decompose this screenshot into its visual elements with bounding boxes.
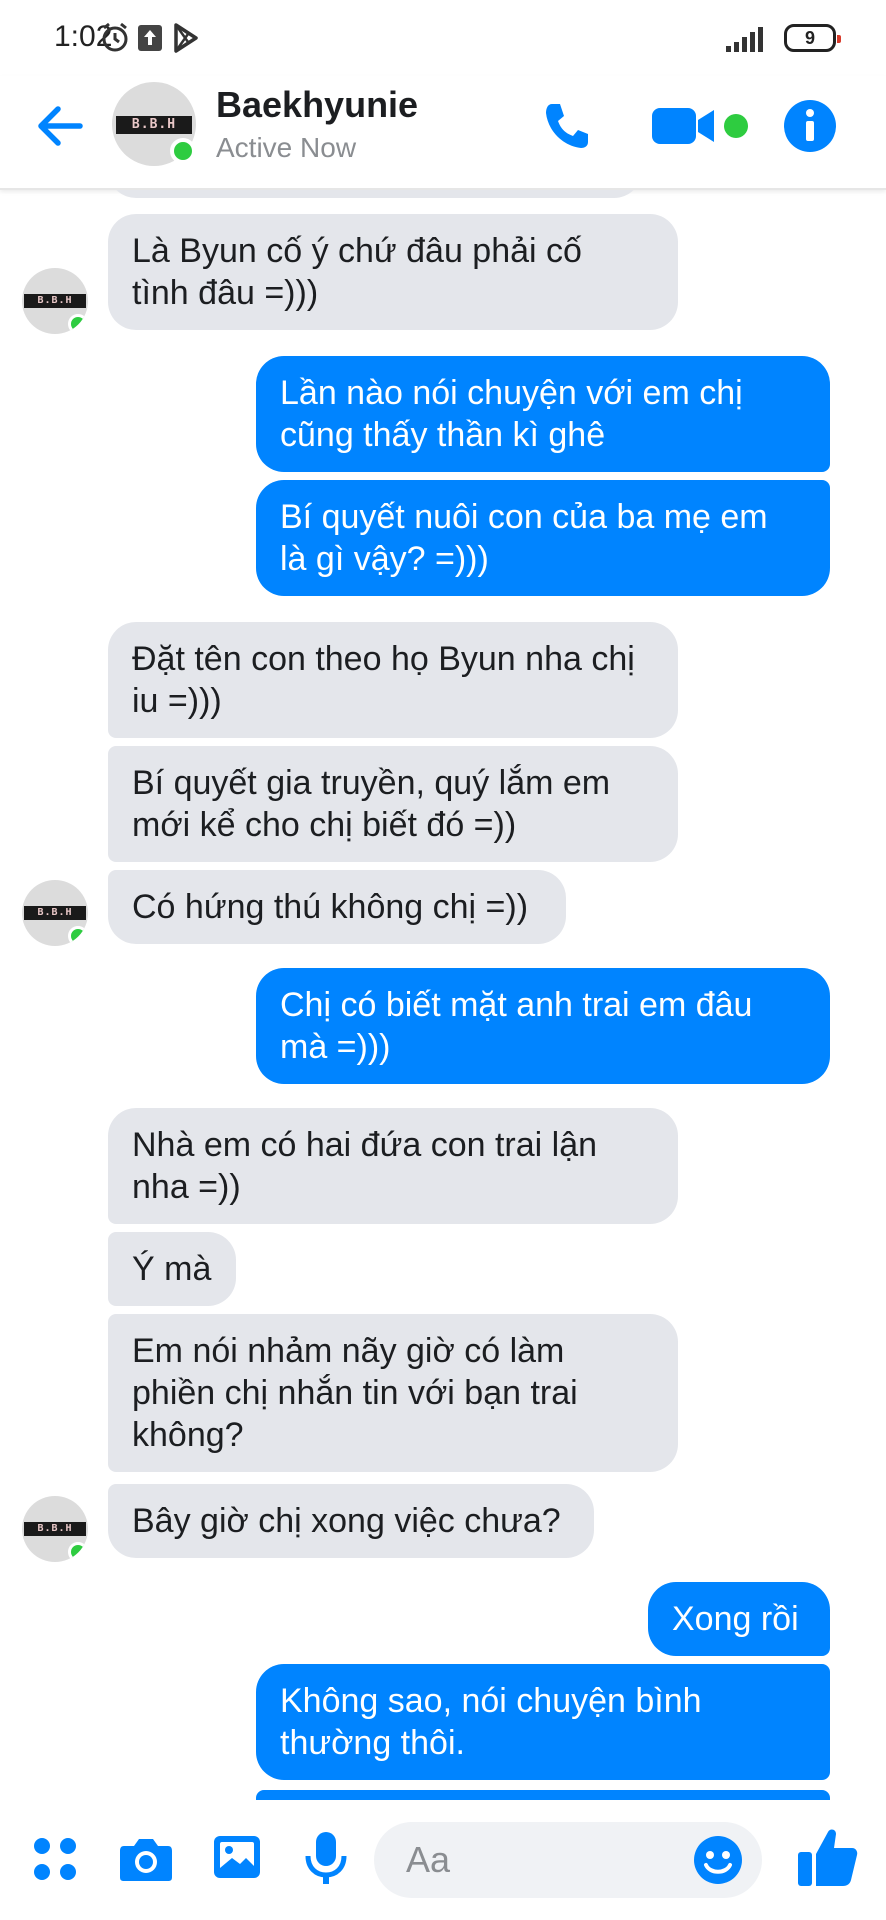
- online-indicator: [170, 138, 196, 164]
- message-bubble-outgoing[interactable]: Chị có biết mặt anh trai em đâu mà =))): [256, 968, 830, 1084]
- thumbs-up-icon[interactable]: [796, 1824, 860, 1890]
- status-bar: 1:02 9: [0, 0, 886, 76]
- message-bubble-incoming[interactable]: Bây giờ chị xong việc chưa?: [108, 1484, 594, 1558]
- message-bubble-incoming[interactable]: Em nói nhảm nãy giờ có làm phiền chị nhắ…: [108, 1314, 678, 1472]
- message-bubble-outgoing[interactable]: Xong rồi: [648, 1582, 830, 1656]
- gallery-icon[interactable]: [212, 1832, 262, 1882]
- contact-avatar-small[interactable]: B.B.H: [22, 268, 88, 334]
- video-camera-icon[interactable]: [650, 98, 754, 154]
- message-input-container[interactable]: [374, 1822, 762, 1898]
- message-bubble-partial[interactable]: [256, 1790, 830, 1800]
- message-list: Là Byun cố ý chứ đâu phải cố tình đâu =)…: [0, 190, 886, 1800]
- message-bubble-partial[interactable]: [108, 190, 642, 198]
- menu-dots-icon[interactable]: [32, 1836, 78, 1882]
- microphone-icon[interactable]: [304, 1830, 348, 1888]
- message-bubble-outgoing[interactable]: Bí quyết nuôi con của ba mẹ em là gì vậy…: [256, 480, 830, 596]
- signal-icon: [726, 27, 763, 52]
- message-bubble-incoming[interactable]: Đặt tên con theo họ Byun nha chị iu =))): [108, 622, 678, 738]
- avatar-text: B.B.H: [131, 117, 177, 132]
- message-bubble-incoming[interactable]: Có hứng thú không chị =)): [108, 870, 566, 944]
- message-bubble-incoming[interactable]: Là Byun cố ý chứ đâu phải cố tình đâu =)…: [108, 214, 678, 330]
- message-bubble-incoming[interactable]: Nhà em có hai đứa con trai lận nha =)): [108, 1108, 678, 1224]
- back-arrow-icon[interactable]: [30, 96, 90, 156]
- camera-icon[interactable]: [118, 1834, 174, 1884]
- upload-icon: [138, 25, 162, 51]
- emoji-icon[interactable]: [692, 1834, 744, 1886]
- info-icon[interactable]: [782, 98, 838, 154]
- alarm-icon: [102, 22, 128, 52]
- contact-avatar-small[interactable]: B.B.H: [22, 1496, 88, 1562]
- phone-icon[interactable]: [538, 98, 594, 154]
- message-input[interactable]: [404, 1834, 658, 1886]
- message-bubble-outgoing[interactable]: Không sao, nói chuyện bình thường thôi.: [256, 1664, 830, 1780]
- contact-avatar-small[interactable]: B.B.H: [22, 880, 88, 946]
- conversation-header: B.B.H Baekhyunie Active Now: [0, 76, 886, 190]
- message-bubble-outgoing[interactable]: Lần nào nói chuyện với em chị cũng thấy …: [256, 356, 830, 472]
- message-bubble-incoming[interactable]: Ý mà: [108, 1232, 236, 1306]
- contact-status: Active Now: [216, 132, 357, 163]
- battery-indicator: 9: [784, 24, 841, 52]
- play-store-icon: [174, 23, 198, 53]
- contact-name[interactable]: Baekhyunie: [216, 84, 418, 126]
- message-bubble-incoming[interactable]: Bí quyết gia truyền, quý lắm em mới kể c…: [108, 746, 678, 862]
- message-composer: [0, 1800, 886, 1920]
